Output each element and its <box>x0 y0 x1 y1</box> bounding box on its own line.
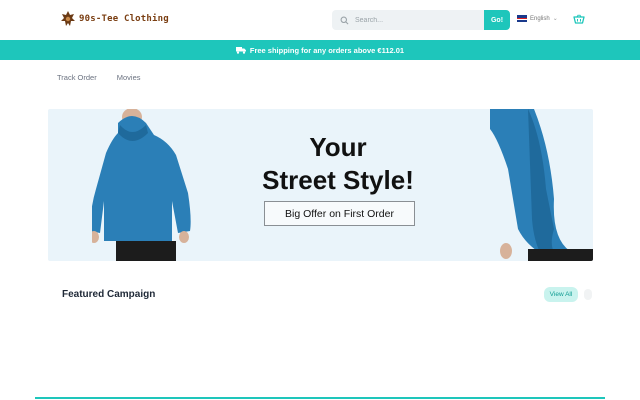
logo-icon <box>61 11 75 26</box>
search-box[interactable] <box>332 10 484 30</box>
logo[interactable]: 90s-Tee Clothing <box>60 10 169 28</box>
featured-campaign-title: Featured Campaign <box>62 289 156 300</box>
shipping-text: Free shipping for any orders above €112.… <box>249 45 405 55</box>
main-nav: Track Order Movies <box>57 73 141 82</box>
search-bar: Go! <box>332 10 510 30</box>
language-selector[interactable]: English ⌄ <box>517 15 558 22</box>
hoodie-model-right-image <box>490 109 593 261</box>
banner-headline: Your Street Style! <box>238 131 438 197</box>
bottom-divider <box>35 397 605 399</box>
chevron-down-icon: ⌄ <box>552 15 558 22</box>
shipping-banner: Free shipping for any orders above €112.… <box>0 40 640 60</box>
search-go-button[interactable]: Go! <box>484 10 510 30</box>
hoodie-model-left-image <box>92 109 191 261</box>
flag-uk-icon <box>517 15 527 22</box>
logo-text: 90s-Tee Clothing <box>79 14 169 24</box>
search-input[interactable] <box>355 16 475 24</box>
headline-line-1: Your <box>309 132 367 162</box>
language-label: English <box>530 15 550 22</box>
truck-icon <box>235 47 246 54</box>
offer-button[interactable]: Big Offer on First Order <box>264 201 415 226</box>
search-icon <box>340 16 349 24</box>
cart-icon[interactable] <box>573 14 585 25</box>
nav-item-track-order[interactable]: Track Order <box>57 73 97 82</box>
site-header: 90s-Tee Clothing Go! English ⌄ <box>0 0 640 40</box>
nav-item-movies[interactable]: Movies <box>117 73 141 82</box>
headline-line-2: Street Style! <box>262 165 414 195</box>
carousel-control[interactable] <box>584 289 592 300</box>
view-all-button[interactable]: View All <box>544 287 578 302</box>
hero-banner[interactable]: Your Street Style! Big Offer on First Or… <box>48 109 593 261</box>
